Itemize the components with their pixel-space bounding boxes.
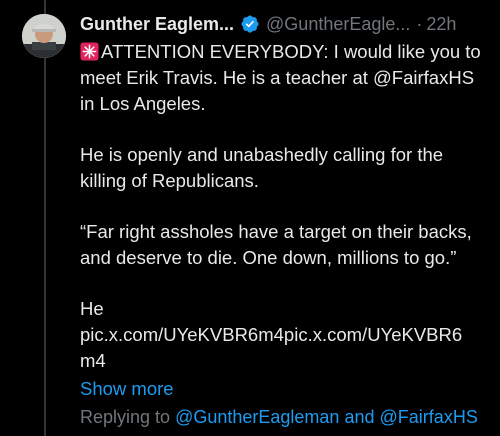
tweet-time[interactable]: 22h — [426, 14, 456, 35]
tweet-paragraph-4: He pic.x.com/UYeKVBR6m4pic.x.com/UYeKVBR6… — [80, 296, 490, 402]
time-separator: · — [416, 13, 423, 34]
show-more-link[interactable]: Show more — [80, 376, 490, 402]
siren-emoji-icon — [80, 42, 99, 61]
tweet-paragraph-4-line-1: He — [80, 298, 104, 319]
replying-to: Replying to @GuntherEagleman and @Fairfa… — [80, 404, 500, 430]
tweet-header: Gunther Eaglem... @GuntherEagle... · 22h — [80, 10, 490, 38]
tweet-paragraph-1: ATTENTION EVERYBODY: I would like you to… — [80, 39, 490, 117]
tweet-paragraph-2: He is openly and unabashedly calling for… — [80, 144, 444, 191]
tweet-paragraph-1-text: ATTENTION EVERYBODY: I would like you to… — [80, 41, 481, 114]
reply-and: and — [344, 407, 375, 427]
media-link-tail[interactable]: m4 — [80, 348, 490, 374]
replying-prefix: Replying to — [80, 407, 171, 427]
tweet-paragraph-3: “Far right assholes have a target on the… — [80, 221, 472, 268]
verified-badge-icon[interactable] — [240, 14, 260, 34]
author-name[interactable]: Gunther Eaglem... — [80, 14, 234, 35]
media-link[interactable]: pic.x.com/UYeKVBR6m4pic.x.com/UYeKVBR6 — [80, 322, 490, 348]
author-handle[interactable]: @GuntherEagle... — [266, 14, 410, 35]
reply-mention-2[interactable]: @FairfaxHS — [380, 407, 478, 427]
thread-line — [44, 0, 46, 436]
avatar[interactable] — [22, 14, 66, 58]
reply-mention-1[interactable]: @GuntherEagleman — [175, 407, 339, 427]
avatar-photo — [22, 14, 66, 58]
tweet-text: ATTENTION EVERYBODY: I would like you to… — [80, 39, 490, 402]
